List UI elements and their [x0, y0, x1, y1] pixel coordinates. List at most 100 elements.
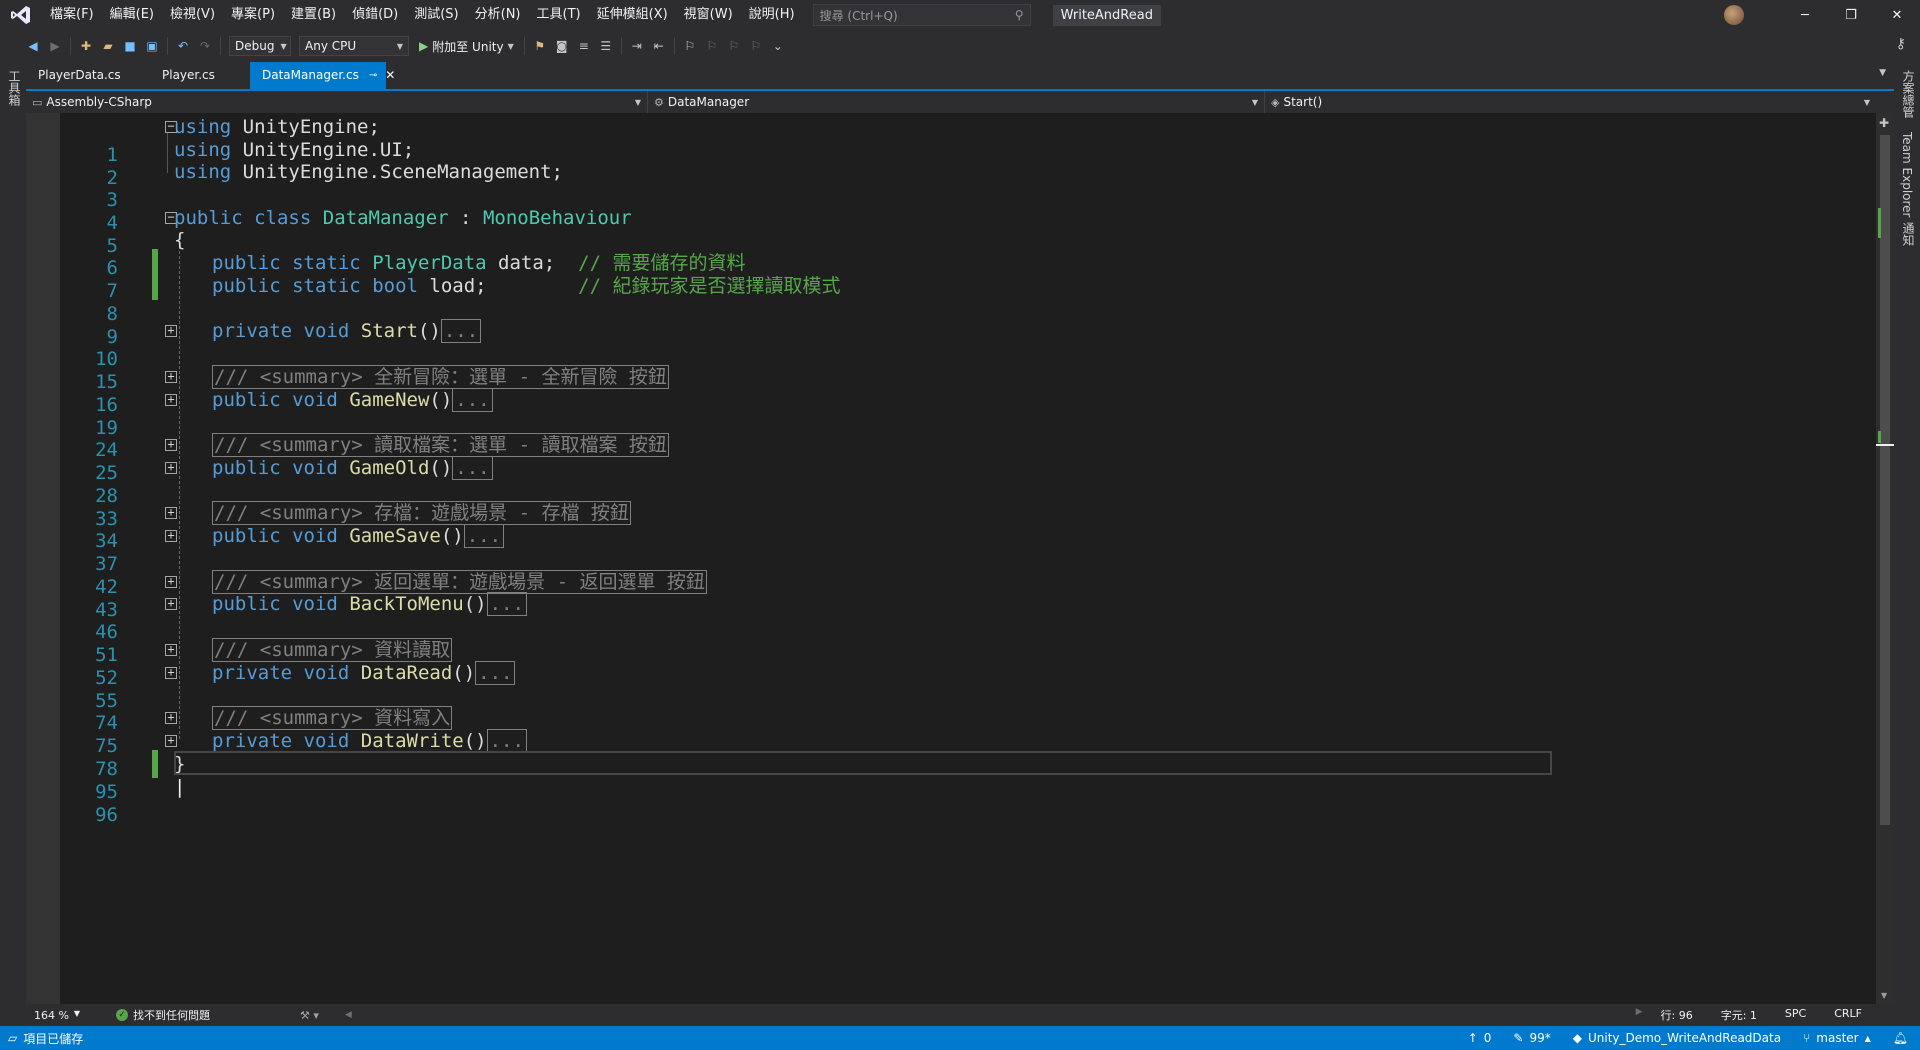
issues-indicator[interactable]: ✓ 找不到任何問題	[116, 1007, 210, 1023]
chevron-down-icon: ▼	[280, 41, 287, 51]
search-icon[interactable]: ⚲	[1015, 8, 1024, 22]
prev-bookmark-icon[interactable]: ⚐	[701, 35, 723, 57]
browse-icon[interactable]: ⚑	[529, 35, 551, 57]
csharp-project-icon: ▭	[32, 96, 43, 109]
solution-explorer-tab[interactable]: 方案總管	[1900, 70, 1917, 118]
screenshot-icon[interactable]: ◙	[551, 35, 573, 57]
open-file-icon[interactable]: ▰	[97, 35, 119, 57]
zoom-dropdown[interactable]: 164 % ▼	[26, 1009, 86, 1022]
notifications-tab[interactable]: 通知	[1900, 222, 1917, 246]
search-input[interactable]: 搜尋 (Ctrl+Q) ⚲	[812, 4, 1031, 26]
visual-studio-logo-icon[interactable]	[0, 0, 42, 30]
redo-icon[interactable]: ↷	[194, 35, 216, 57]
line-number: 96	[95, 804, 118, 826]
save-all-icon[interactable]: ▣	[141, 35, 163, 57]
scrollbar-thumb[interactable]	[1880, 135, 1890, 825]
line-indicator[interactable]: 行: 96	[1661, 1007, 1693, 1023]
expand-icon[interactable]: +	[165, 506, 177, 519]
configuration-select[interactable]: Debug ▼	[229, 36, 291, 56]
menu-tools[interactable]: 工具(T)	[529, 0, 589, 30]
unpushed-commits[interactable]: ↑ 0	[1468, 1031, 1492, 1045]
format-icon[interactable]: ≡	[573, 35, 595, 57]
outdent-icon[interactable]: ⇤	[648, 35, 670, 57]
split-editor-icon[interactable]: ✚	[1879, 116, 1889, 130]
expand-icon[interactable]: +	[165, 575, 177, 588]
scroll-right-icon[interactable]: ▶	[1636, 1007, 1643, 1023]
expand-icon[interactable]: +	[165, 393, 177, 406]
clear-bookmarks-icon[interactable]: ⚐	[745, 35, 767, 57]
expand-icon[interactable]: +	[165, 370, 177, 383]
tab-list-dropdown-icon[interactable]: ▼	[1879, 68, 1886, 78]
tab-playerdata[interactable]: PlayerData.cs	[26, 62, 150, 89]
minimize-icon[interactable]: ─	[1782, 0, 1828, 30]
save-icon[interactable]: ■	[119, 35, 141, 57]
expand-icon[interactable]: +	[165, 643, 177, 656]
forward-icon[interactable]: ▶	[44, 35, 66, 57]
expand-icon[interactable]: +	[165, 711, 177, 724]
menu-help[interactable]: 說明(H)	[741, 0, 803, 30]
live-share-icon[interactable]: ⚷	[1896, 36, 1906, 52]
change-overview-marker	[1878, 208, 1881, 238]
project-dropdown[interactable]: ▭ Assembly-CSharp ▼	[26, 91, 648, 113]
column-indicator[interactable]: 字元: 1	[1721, 1007, 1757, 1023]
menu-bar: 檔案(F) 編輯(E) 檢視(V) 專案(P) 建置(B) 偵錯(D) 測試(S…	[42, 0, 803, 30]
menu-extensions[interactable]: 延伸模組(X)	[589, 0, 676, 30]
restore-icon[interactable]: ❐	[1828, 0, 1874, 30]
expand-icon[interactable]: +	[165, 734, 177, 747]
menu-debug[interactable]: 偵錯(D)	[344, 0, 406, 30]
menu-analyze[interactable]: 分析(N)	[467, 0, 529, 30]
change-overview-marker	[1878, 431, 1881, 443]
expand-icon[interactable]: +	[165, 324, 177, 337]
pending-changes[interactable]: ✎ 99*	[1513, 1031, 1550, 1045]
new-project-icon[interactable]: ✚	[75, 35, 97, 57]
right-tool-strip: 方案總管 Team Explorer 通知	[1894, 62, 1920, 1026]
scroll-down-icon[interactable]: ▼	[1881, 991, 1887, 1000]
status-right: ↑ 0 ✎ 99* ◆ Unity_Demo_WriteAndReadData …	[1468, 1031, 1908, 1045]
close-icon[interactable]: ✕	[385, 62, 395, 89]
toolbox-tab[interactable]: 工具箱	[6, 70, 23, 106]
whitespace-indicator[interactable]: SPC	[1785, 1007, 1806, 1023]
vertical-scrollbar[interactable]: ✚ ▲ ▲ ▼	[1876, 113, 1894, 1004]
pin-icon[interactable]: ⊸	[369, 62, 377, 89]
menu-window[interactable]: 視窗(W)	[676, 0, 741, 30]
tab-datamanager[interactable]: DataManager.cs ⊸ ✕	[250, 62, 395, 89]
avatar[interactable]	[1724, 5, 1744, 25]
notifications-bell-icon[interactable]: 🔔︎	[1893, 1031, 1908, 1045]
type-dropdown[interactable]: ⚙ DataManager ▼	[648, 91, 1265, 113]
line-ending-indicator[interactable]: CRLF	[1834, 1007, 1862, 1023]
attach-unity-button[interactable]: ▶ 附加至 Unity ▼	[413, 38, 520, 55]
member-dropdown[interactable]: ◈ Start() ▼	[1265, 91, 1876, 113]
expand-icon[interactable]: +	[165, 529, 177, 542]
chevron-down-icon: ▼	[1251, 97, 1258, 107]
team-explorer-tab[interactable]: Team Explorer	[1900, 132, 1914, 218]
pending-count: 99*	[1529, 1031, 1551, 1045]
code-editor[interactable]: 1 − using UnityEngine; 2 using UnityEngi…	[26, 113, 1876, 1004]
back-icon[interactable]: ◀	[22, 35, 44, 57]
solution-name: WriteAndRead	[1052, 4, 1161, 26]
repository-selector[interactable]: ◆ Unity_Demo_WriteAndReadData	[1573, 1031, 1781, 1045]
branch-name: master	[1816, 1031, 1859, 1045]
bookmark-icon[interactable]: ⚐	[679, 35, 701, 57]
menu-project[interactable]: 專案(P)	[223, 0, 283, 30]
attach-unity-label: 附加至 Unity	[432, 39, 504, 54]
menu-build[interactable]: 建置(B)	[283, 0, 344, 30]
expand-icon[interactable]: +	[165, 666, 177, 679]
menu-view[interactable]: 檢視(V)	[162, 0, 223, 30]
cleanup-icon[interactable]: ⚒ ▾	[300, 1009, 319, 1022]
branch-selector[interactable]: ⑂ master ▲	[1803, 1031, 1871, 1045]
menu-file[interactable]: 檔案(F)	[42, 0, 102, 30]
indent-icon[interactable]: ⇥	[626, 35, 648, 57]
expand-icon[interactable]: +	[165, 597, 177, 610]
hierarchy-icon[interactable]: ☰	[595, 35, 617, 57]
menu-edit[interactable]: 編輯(E)	[102, 0, 162, 30]
platform-select[interactable]: Any CPU ▼	[299, 36, 409, 56]
next-bookmark-icon[interactable]: ⚐	[723, 35, 745, 57]
undo-icon[interactable]: ↶	[172, 35, 194, 57]
scroll-left-icon[interactable]: ◀	[345, 1010, 352, 1020]
tab-player[interactable]: Player.cs	[150, 62, 250, 89]
expand-icon[interactable]: +	[165, 438, 177, 451]
toolbar-overflow-icon[interactable]: ⌄	[767, 35, 789, 57]
menu-test[interactable]: 測試(S)	[406, 0, 466, 30]
expand-icon[interactable]: +	[165, 461, 177, 474]
close-icon[interactable]: ✕	[1874, 0, 1920, 30]
